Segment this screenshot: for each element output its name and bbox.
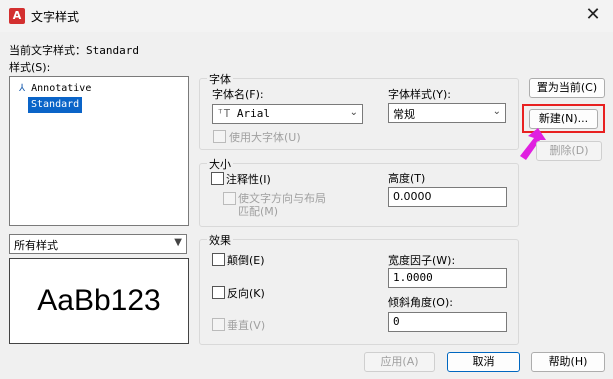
backwards-checkbox[interactable] [212,286,225,299]
preview-box: AaBb123 [9,258,189,344]
truetype-icon: ᵀT [217,107,231,120]
annotative-checkbox[interactable] [211,172,224,185]
match-orientation-label-2: 匹配(M) [238,205,279,218]
current-style-value: Standard [86,44,139,57]
delete-button[interactable]: 删除(D) [536,141,602,161]
width-factor-input[interactable]: 1.0000 [388,268,507,288]
height-input[interactable]: 0.0000 [388,187,507,207]
help-button[interactable]: 帮助(H) [531,352,605,372]
list-item-annotative[interactable]: ⅄ Annotative [16,81,94,97]
chevron-down-icon: ▼ [174,237,182,248]
font-name-label: 字体名(F): [212,88,264,101]
annotative-label: 注释性(I) [226,173,271,186]
oblique-angle-input[interactable]: 0 [388,312,507,332]
current-style-label: 当前文字样式：Standard [9,44,139,57]
font-group-label: 字体 [207,71,233,87]
upside-down-label: 颠倒(E) [227,254,265,267]
title-bar: A 文字样式 ✕ [0,0,613,32]
chevron-down-icon: ⌄ [349,107,358,118]
style-filter-select[interactable]: 所有样式 ▼ [9,234,187,254]
cancel-button[interactable]: 取消 [447,352,520,372]
use-bigfont-checkbox[interactable] [213,130,226,143]
font-name-select[interactable]: ᵀT Arial ⌄ [212,104,363,124]
annotative-icon: ⅄ [19,83,26,94]
close-icon[interactable]: ✕ [580,4,606,26]
height-label: 高度(T) [388,172,426,185]
app-icon: A [9,8,25,24]
width-factor-label: 宽度因子(W): [388,254,456,267]
oblique-angle-label: 倾斜角度(O): [388,296,453,309]
chevron-down-icon: ⌄ [492,106,501,117]
vertical-label: 垂直(V) [227,319,266,332]
upside-down-checkbox[interactable] [212,253,225,266]
font-style-label: 字体样式(Y): [388,88,452,101]
size-group-label: 大小 [207,156,233,172]
use-bigfont-label: 使用大字体(U) [229,131,301,144]
window-title: 文字样式 [31,10,80,24]
styles-listbox[interactable]: ⅄ Annotative Standard [9,76,189,226]
list-item-standard[interactable]: Standard [28,97,83,113]
font-style-select[interactable]: 常规 ⌄ [388,103,506,123]
effects-group-label: 效果 [207,232,233,248]
backwards-label: 反向(K) [227,287,265,300]
apply-button[interactable]: 应用(A) [364,352,435,372]
match-orientation-checkbox[interactable] [223,192,236,205]
styles-label: 样式(S): [9,61,51,74]
set-current-button[interactable]: 置为当前(C) [529,78,605,98]
vertical-checkbox[interactable] [212,318,225,331]
